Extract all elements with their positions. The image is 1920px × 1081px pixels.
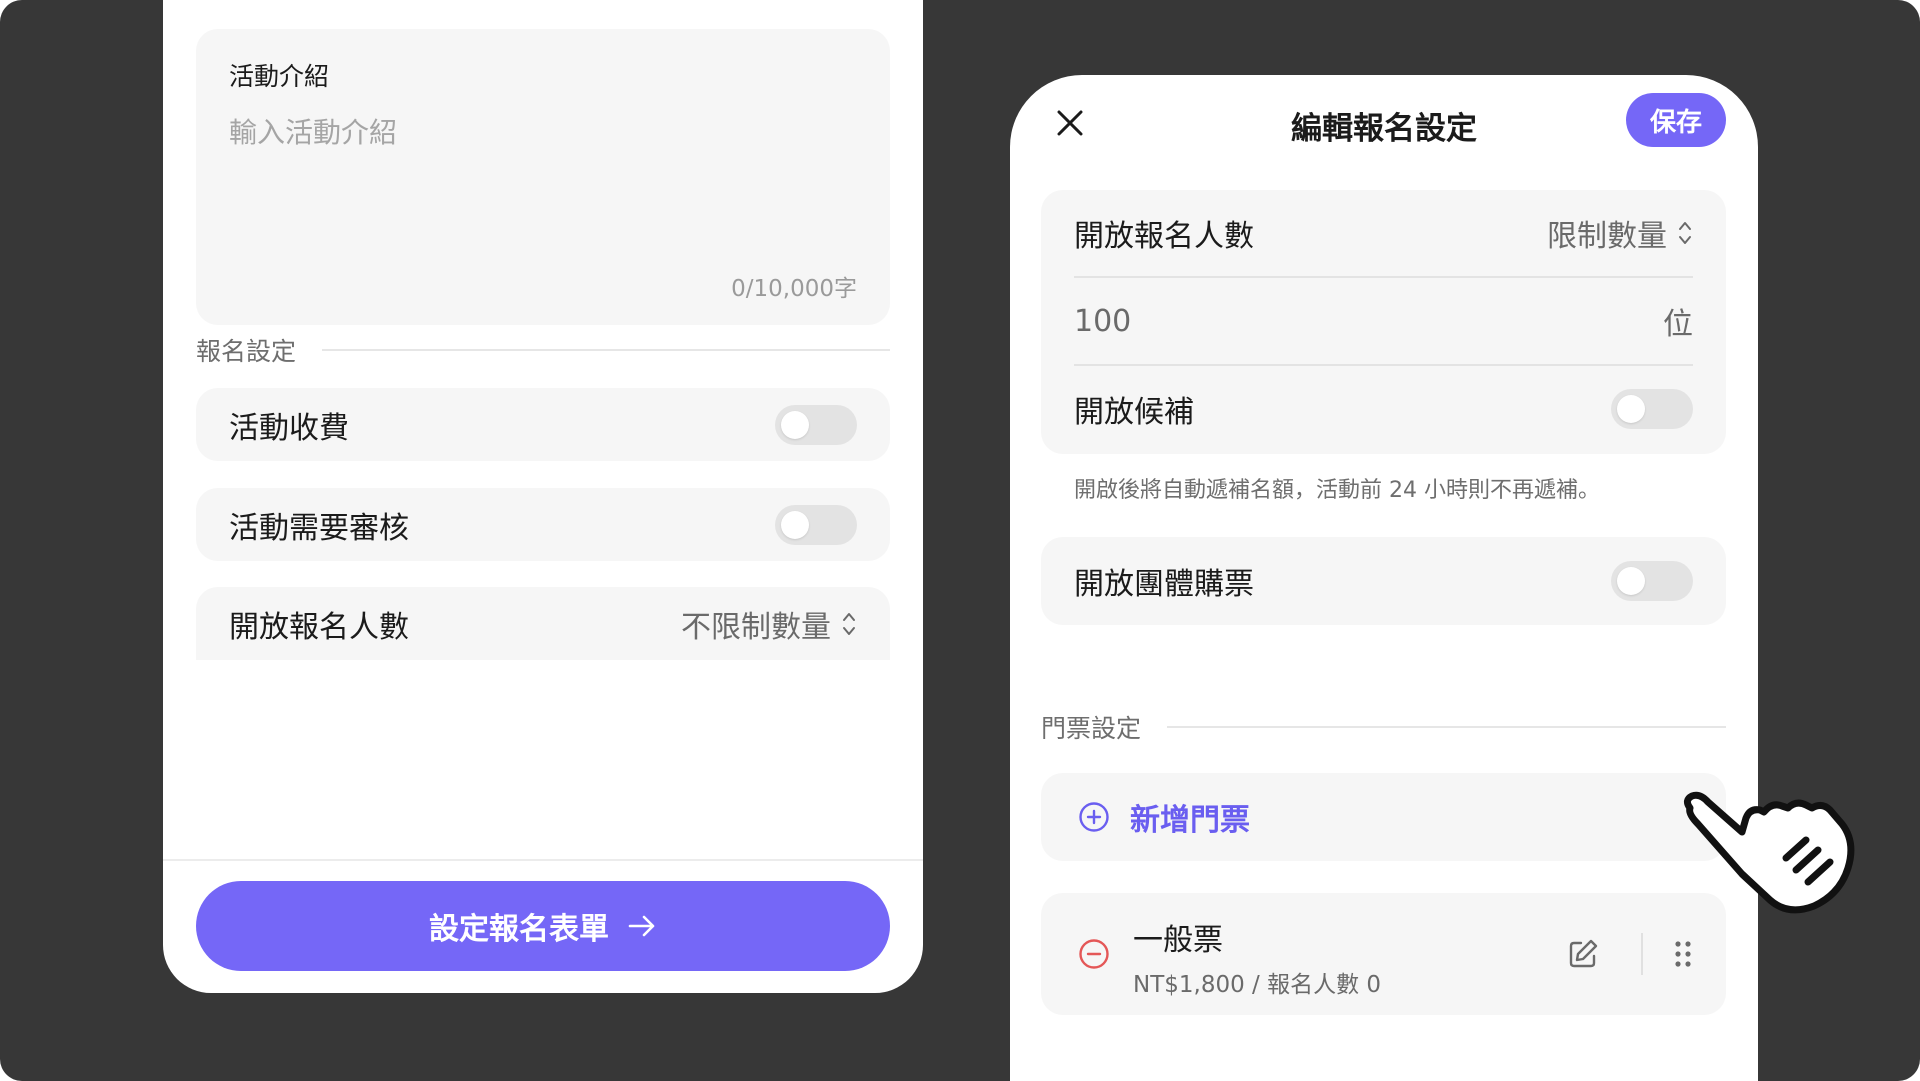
add-ticket-button[interactable]: 新增門票 [1041,773,1726,861]
right-phone-screen: 編輯報名設定 保存 開放報名人數 限制數量 100 位 開放候補 開啟後將自動遞… [1010,75,1758,1081]
waitlist-hint: 開啟後將自動遞補名額，活動前 24 小時則不再遞補。 [1074,478,1600,503]
waitlist-label: 開放候補 [1074,395,1194,430]
intro-char-counter: 0/10,000字 [731,276,857,302]
signup-section-title: 報名設定 [196,337,297,366]
toggle-knob [1617,567,1645,595]
intro-textarea[interactable]: 活動介紹 輸入活動介紹 0/10,000字 [196,29,890,325]
edit-icon[interactable] [1566,937,1600,971]
left-phone-screen: 活動介紹 輸入活動介紹 0/10,000字 報名設定 活動收費 活動需要審核 開… [163,0,923,993]
capacity-row: 開放報名人數 限制數量 [1074,190,1693,276]
capacity-label: 開放報名人數 [229,609,409,645]
section-divider [1167,726,1726,728]
capacity-settings-card: 開放報名人數 限制數量 100 位 開放候補 [1041,190,1726,454]
group-purchase-toggle[interactable] [1611,561,1693,601]
ticket-name: 一般票 [1133,923,1223,958]
fee-row: 活動收費 [196,388,890,461]
intro-label: 活動介紹 [229,62,330,91]
group-purchase-label: 開放團體購票 [1074,567,1254,602]
drag-handle-icon[interactable] [1674,939,1692,969]
capacity-number-field[interactable]: 100 位 [1074,278,1693,364]
toggle-knob [781,410,809,439]
action-separator [1641,933,1643,975]
tickets-section-title: 門票設定 [1041,714,1142,743]
capacity-number: 100 [1074,303,1132,339]
ticket-meta: NT$1,800 / 報名人數 0 [1133,972,1382,998]
toggle-knob [1617,395,1645,423]
fee-label: 活動收費 [229,410,349,446]
review-toggle[interactable] [775,504,857,545]
save-button[interactable]: 保存 [1626,93,1726,147]
minus-circle-icon[interactable] [1078,938,1110,970]
capacity-value: 不限制數量 [681,609,831,645]
setup-form-button-label: 設定報名表單 [429,912,609,947]
backdrop: 活動介紹 輸入活動介紹 0/10,000字 報名設定 活動收費 活動需要審核 開… [0,0,1920,1081]
intro-placeholder: 輸入活動介紹 [229,116,398,149]
waitlist-row: 開放候補 [1074,366,1693,452]
section-divider [322,349,890,351]
capacity-unit: 位 [1663,307,1693,342]
capacity-row: 開放報名人數 不限制數量 [196,587,890,660]
ticket-item: 一般票 NT$1,800 / 報名人數 0 [1041,893,1726,1015]
arrow-right-icon [628,915,655,937]
review-row: 活動需要審核 [196,488,890,561]
capacity-value: 限制數量 [1547,219,1667,254]
fee-toggle[interactable] [775,404,857,445]
review-label: 活動需要審核 [229,510,409,546]
capacity-selector[interactable]: 限制數量 [1547,211,1693,255]
waitlist-toggle[interactable] [1611,389,1693,429]
chevron-updown-icon [1679,222,1691,244]
add-ticket-label: 新增門票 [1130,803,1250,838]
capacity-selector[interactable]: 不限制數量 [681,602,857,646]
toggle-knob [781,510,809,539]
capacity-label: 開放報名人數 [1074,219,1254,254]
group-purchase-row: 開放團體購票 [1041,537,1726,625]
signup-section-header: 報名設定 [196,332,890,368]
footer-divider [163,859,923,861]
plus-circle-icon [1079,802,1109,832]
setup-form-button[interactable]: 設定報名表單 [196,881,890,971]
chevron-updown-icon [843,612,855,635]
pointer-hand-icon [1683,791,1855,914]
tickets-section-header: 門票設定 [1041,709,1726,745]
